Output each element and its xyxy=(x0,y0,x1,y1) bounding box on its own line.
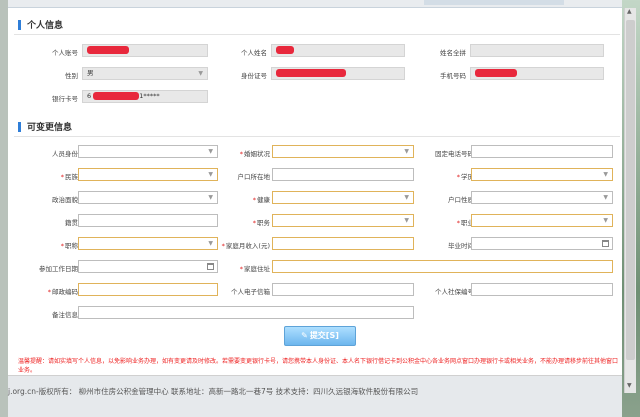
redacted-name xyxy=(276,46,294,54)
section-divider xyxy=(14,136,620,137)
landline-label: 固定电话号码 xyxy=(435,150,474,158)
marital-select[interactable]: ▼ xyxy=(272,145,414,158)
phone-label: 手机号码 xyxy=(440,72,466,80)
background-left xyxy=(0,0,8,417)
account-field xyxy=(82,44,208,57)
address-label: *家庭住址 xyxy=(239,265,270,273)
identity-select[interactable]: ▼ xyxy=(78,145,218,158)
chevron-down-icon: ▼ xyxy=(603,194,608,201)
remark-input[interactable] xyxy=(78,306,414,319)
account-label: 个人账号 xyxy=(52,49,78,57)
top-bar xyxy=(8,0,622,8)
education-select[interactable]: ▼ xyxy=(471,168,613,181)
political-label: 政治面貌 xyxy=(52,196,78,204)
gender-select: 男 ▼ xyxy=(82,67,208,80)
graduation-date[interactable] xyxy=(471,237,613,250)
personal-section-header: 个人信息 xyxy=(18,18,63,31)
calendar-icon[interactable] xyxy=(602,240,609,247)
gender-value: 男 xyxy=(87,69,94,77)
postcode-label: *邮政编码 xyxy=(47,288,78,296)
bank-prefix: 6 xyxy=(87,92,92,100)
scroll-up-icon[interactable]: ▲ xyxy=(627,8,632,15)
redacted-account xyxy=(87,46,129,54)
pencil-icon: ✎ xyxy=(301,331,308,340)
redacted-bank xyxy=(93,92,140,100)
scrollbar-thumb[interactable] xyxy=(626,20,635,360)
email-input[interactable] xyxy=(272,283,414,296)
marital-label: *婚姻状况 xyxy=(239,150,270,158)
section-marker xyxy=(18,19,21,30)
scroll-down-icon[interactable]: ▼ xyxy=(627,382,632,389)
redacted-id xyxy=(276,69,346,77)
section-divider xyxy=(14,34,620,35)
ethnic-label: *民族 xyxy=(60,173,78,181)
chevron-down-icon: ▼ xyxy=(208,148,213,155)
income-input[interactable] xyxy=(272,237,414,250)
bank-label: 银行卡号 xyxy=(52,95,78,103)
calendar-icon[interactable] xyxy=(207,263,214,270)
editable-section-header: 可变更信息 xyxy=(18,120,72,133)
title-label: *职称 xyxy=(60,242,78,250)
title-select[interactable]: ▼ xyxy=(78,237,218,250)
editable-section-title: 可变更信息 xyxy=(27,123,73,133)
submit-button[interactable]: ✎ 提交[S] xyxy=(284,326,356,346)
chevron-down-icon: ▼ xyxy=(198,70,203,77)
social-input[interactable] xyxy=(471,283,613,296)
bank-suffix: 1***** xyxy=(139,92,160,100)
phone-field xyxy=(470,67,604,80)
income-label: *家庭月收入(元) xyxy=(221,242,270,250)
native-input[interactable] xyxy=(78,214,218,227)
landline-input[interactable] xyxy=(471,145,613,158)
section-marker xyxy=(18,121,21,132)
chevron-down-icon: ▼ xyxy=(404,148,409,155)
footer-text: j.org.cn-版权所有： 柳州市住房公积金管理中心 联系地址：高新一路北一巷… xyxy=(8,387,419,396)
duty-select[interactable]: ▼ xyxy=(272,214,414,227)
chevron-down-icon: ▼ xyxy=(208,194,213,201)
id-label: 身份证号 xyxy=(241,72,267,80)
bank-field: 6 1***** xyxy=(82,90,208,103)
submit-label: 提交[S] xyxy=(309,331,339,340)
duty-label: *职务 xyxy=(252,219,270,227)
footer: j.org.cn-版权所有： 柳州市住房公积金管理中心 联系地址：高新一路北一巷… xyxy=(8,375,622,417)
native-label: 籍贯 xyxy=(65,219,78,227)
personal-section-title: 个人信息 xyxy=(27,21,64,31)
name-field xyxy=(271,44,405,57)
identity-label: 人员身份 xyxy=(52,150,78,158)
hukou-label: 户口所在地 xyxy=(237,173,271,181)
notice-text: 温馨提醒：请如实填写个人信息，以免影响业务办理，如有变更请及时修改。若需要变更银… xyxy=(18,358,619,374)
redacted-phone xyxy=(475,69,517,77)
health-select[interactable]: ▼ xyxy=(272,191,414,204)
pinyin-field xyxy=(470,44,604,57)
social-label: 个人社保编号 xyxy=(435,288,474,296)
hukou-input[interactable] xyxy=(272,168,414,181)
political-select[interactable]: ▼ xyxy=(78,191,218,204)
gender-label: 性别 xyxy=(65,72,78,80)
chevron-down-icon: ▼ xyxy=(603,171,608,178)
address-input[interactable] xyxy=(272,260,613,273)
email-label: 个人电子信箱 xyxy=(231,288,270,296)
chevron-down-icon: ▼ xyxy=(603,217,608,224)
hukou-nature-select[interactable]: ▼ xyxy=(471,191,613,204)
id-field xyxy=(271,67,405,80)
occupation-select[interactable]: ▼ xyxy=(471,214,613,227)
chevron-down-icon: ▼ xyxy=(208,240,213,247)
ethnic-select[interactable]: ▼ xyxy=(78,168,218,181)
work-date-label: 参加工作日期 xyxy=(39,265,78,273)
pinyin-label: 姓名全拼 xyxy=(440,49,466,57)
postcode-input[interactable] xyxy=(78,283,218,296)
name-label: 个人姓名 xyxy=(241,49,267,57)
health-label: *健康 xyxy=(252,196,270,204)
form-panel: 个人信息 个人账号 个人姓名 姓名全拼 性别 男 ▼ 身份证号 手机号码 银行卡号… xyxy=(8,8,622,388)
chevron-down-icon: ▼ xyxy=(208,171,213,178)
work-date-input[interactable] xyxy=(78,260,218,273)
chevron-down-icon: ▼ xyxy=(404,194,409,201)
chevron-down-icon: ▼ xyxy=(404,217,409,224)
top-tab xyxy=(424,0,564,5)
remark-label: 备注信息 xyxy=(52,311,78,319)
